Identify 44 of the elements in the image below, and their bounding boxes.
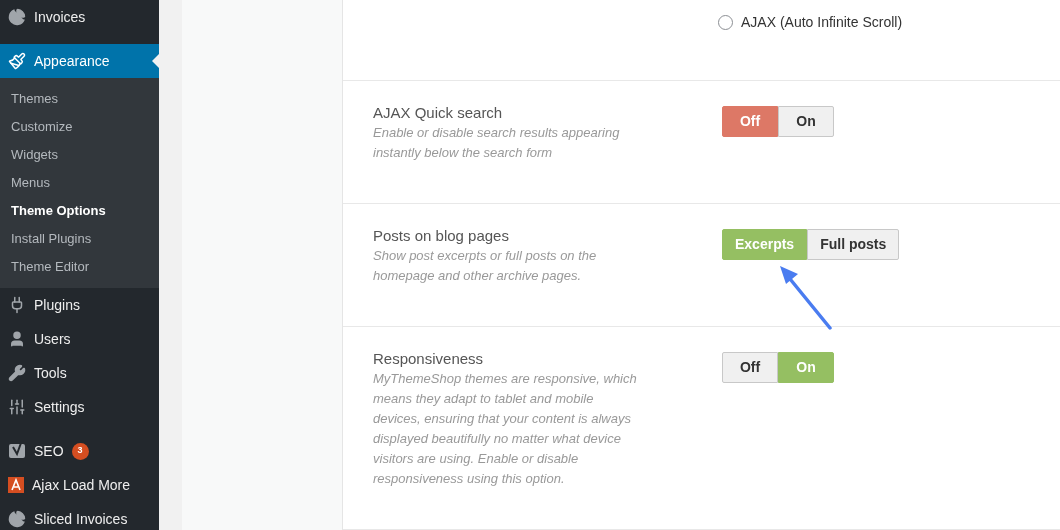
menu-label: Settings — [34, 397, 85, 417]
submenu-item[interactable]: Widgets — [0, 141, 159, 169]
y-logo-icon — [8, 442, 26, 460]
count-badge: 3 — [71, 442, 89, 460]
menu-item[interactable]: Users — [0, 322, 159, 356]
setting-title: AJAX Quick search — [373, 103, 504, 123]
menu-label: Plugins — [34, 295, 80, 315]
menu-item[interactable]: Plugins — [0, 288, 159, 322]
toggle-option[interactable]: Off — [722, 352, 778, 383]
submenu-item[interactable]: Install Plugins — [0, 225, 159, 253]
menu-item[interactable]: Tools — [0, 356, 159, 390]
menu-label: Tools — [34, 363, 67, 383]
menu-item[interactable]: Sliced Invoices — [0, 502, 159, 530]
submenu-item[interactable]: Themes — [0, 85, 159, 113]
menu-label: Invoices — [34, 7, 86, 27]
paintbrush-icon — [8, 52, 26, 70]
menu-label: Appearance — [34, 51, 110, 71]
setting-description: Show post excerpts or full posts on the homepage and other archive pages. — [373, 247, 598, 285]
setting-description: Enable or disable search results appearing instantly below the search form — [373, 124, 621, 162]
sliders-icon — [8, 398, 26, 416]
menu-item[interactable]: Ajax Load More — [0, 468, 159, 502]
pie-chart-icon — [8, 8, 26, 26]
toggle-option[interactable]: On — [778, 106, 834, 137]
setting-title: Responsiveness — [373, 349, 485, 369]
submenu-item[interactable]: Menus — [0, 169, 159, 197]
menu-label: Ajax Load More — [32, 475, 131, 495]
pie-chart-icon — [8, 510, 26, 528]
setting-description: MyThemeShop themes are responsive, which means they adapt to tablet and mobile devices, ensuring that your content is always displayed beautifully no matter what device visitors are using. Enable or disable responsiveness using this option. — [373, 370, 638, 488]
menu-item[interactable]: SEO 3 — [0, 434, 159, 468]
submenu-item[interactable]: Theme Editor — [0, 253, 159, 281]
menu-label: SEO — [34, 441, 64, 461]
setting-title: Posts on blog pages — [373, 226, 510, 246]
user-icon — [8, 330, 26, 348]
radio-option[interactable]: AJAX (Auto Infinite Scroll) — [718, 12, 1060, 33]
menu-item[interactable]: Appearance — [0, 44, 159, 78]
letter-logo-icon — [8, 477, 24, 493]
submenu-item[interactable]: Customize — [0, 113, 159, 141]
menu-item[interactable]: Invoices — [0, 0, 159, 34]
menu-label: Users — [34, 329, 71, 349]
toggle-option[interactable]: Full posts — [807, 229, 900, 260]
menu-item[interactable]: Settings — [0, 390, 159, 424]
wrench-icon — [8, 364, 26, 382]
submenu-item[interactable]: Theme Options — [0, 197, 159, 225]
menu-label: Sliced Invoices — [34, 509, 128, 529]
